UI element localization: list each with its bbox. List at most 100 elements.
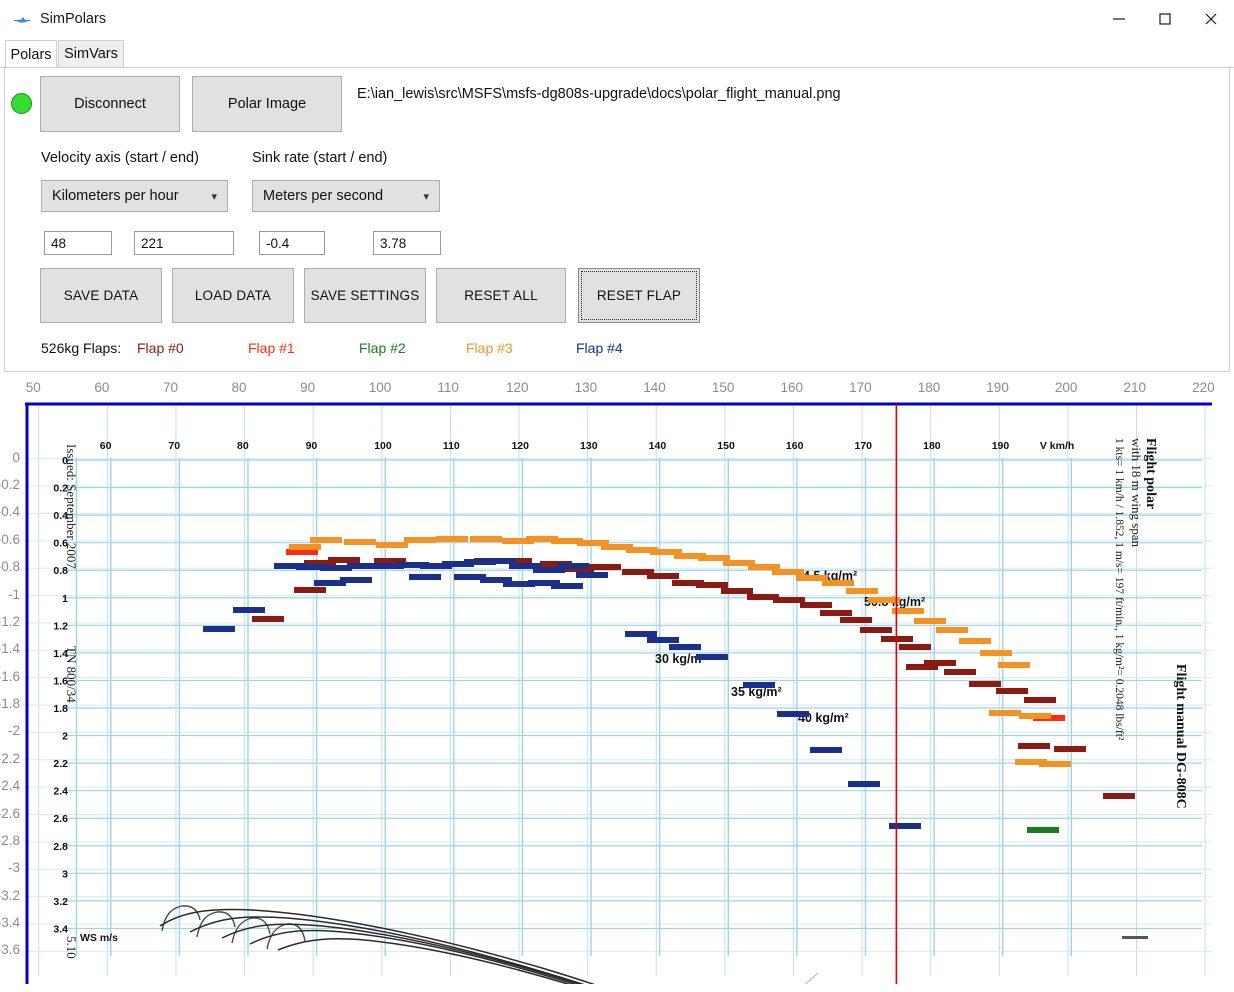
- x-axis-tick-label: 200: [1054, 380, 1078, 395]
- marker[interactable]: [846, 588, 878, 594]
- marker[interactable]: [557, 563, 589, 569]
- flap-label-4[interactable]: Flap #4: [576, 340, 623, 356]
- sink-end-input[interactable]: 3.78: [373, 231, 441, 255]
- x-axis-tick-label: 220: [1192, 380, 1215, 395]
- marker[interactable]: [310, 537, 342, 543]
- marker[interactable]: [1039, 761, 1071, 767]
- image-x-tick: 130: [580, 440, 598, 452]
- scanned-image-grid: [62, 458, 1202, 956]
- marker[interactable]: [203, 626, 235, 632]
- data-markers: [203, 536, 1135, 833]
- sink-start-input[interactable]: -0.4: [259, 231, 325, 255]
- reset-all-button[interactable]: RESET ALL: [436, 268, 566, 323]
- marker[interactable]: [848, 781, 880, 787]
- marker[interactable]: [576, 572, 608, 578]
- marker[interactable]: [772, 569, 804, 575]
- velocity-unit-select[interactable]: Kilometers per hour ▾: [41, 180, 228, 212]
- y-axis-tick-label: -2.2: [0, 750, 20, 766]
- marker[interactable]: [959, 638, 991, 644]
- marker[interactable]: [404, 537, 436, 543]
- marker[interactable]: [822, 580, 854, 586]
- tab-simvars[interactable]: SimVars: [58, 40, 124, 68]
- marker[interactable]: [344, 539, 376, 545]
- sink-unit-select[interactable]: Meters per second ▾: [252, 180, 440, 212]
- marker[interactable]: [328, 557, 360, 563]
- marker[interactable]: [1018, 743, 1050, 749]
- flight-manual-text: Flight manual DG-808C: [1173, 664, 1188, 809]
- marker[interactable]: [820, 610, 852, 616]
- marker[interactable]: [340, 577, 372, 583]
- marker[interactable]: [721, 588, 753, 594]
- flap-label-1[interactable]: Flap #1: [248, 340, 295, 356]
- marker[interactable]: [625, 631, 657, 637]
- marker[interactable]: [409, 574, 441, 580]
- marker[interactable]: [669, 644, 701, 650]
- marker[interactable]: [696, 582, 728, 588]
- marker[interactable]: [589, 564, 621, 570]
- marker[interactable]: [980, 650, 1012, 656]
- marker[interactable]: [1027, 827, 1059, 833]
- marker[interactable]: [996, 688, 1028, 694]
- marker[interactable]: [252, 616, 284, 622]
- marker[interactable]: [1024, 697, 1056, 703]
- maximize-button[interactable]: [1142, 0, 1188, 38]
- polar-chart[interactable]: 30 kg/m²35 kg/m²40 kg/m²44.5 kg/m²50.8 k…: [0, 380, 1215, 984]
- marker[interactable]: [810, 747, 842, 753]
- velocity-end-input[interactable]: 221: [134, 231, 234, 255]
- marker[interactable]: [551, 583, 583, 589]
- marker[interactable]: [696, 654, 728, 660]
- marker[interactable]: [647, 637, 679, 643]
- marker[interactable]: [840, 617, 872, 623]
- load-data-button[interactable]: LOAD DATA: [172, 268, 294, 323]
- marker[interactable]: [743, 682, 775, 688]
- marker[interactable]: [998, 662, 1030, 668]
- tn-text: TN 800/34: [64, 646, 79, 703]
- reset-flap-button[interactable]: RESET FLAP: [578, 268, 700, 323]
- marker[interactable]: [1103, 793, 1135, 799]
- marker[interactable]: [899, 644, 931, 650]
- marker[interactable]: [294, 587, 326, 593]
- marker[interactable]: [436, 536, 468, 542]
- save-settings-button[interactable]: SAVE SETTINGS: [304, 268, 426, 323]
- minimize-button[interactable]: [1096, 0, 1142, 38]
- marker[interactable]: [914, 618, 946, 624]
- tab-polars[interactable]: Polars: [5, 40, 57, 68]
- polar-image-path: E:\ian_lewis\src\MSFS\msfs-dg808s-upgrad…: [357, 86, 841, 102]
- image-x-tick: 160: [786, 440, 804, 452]
- close-button[interactable]: [1188, 0, 1234, 38]
- polar-image-button[interactable]: Polar Image: [192, 76, 342, 132]
- marker[interactable]: [1019, 713, 1051, 719]
- disconnect-button[interactable]: Disconnect: [40, 76, 180, 132]
- image-x-tick: 80: [237, 440, 249, 452]
- chart-gridlines: [25, 404, 1212, 976]
- flap-label-2[interactable]: Flap #2: [359, 340, 406, 356]
- marker[interactable]: [289, 544, 321, 550]
- y-axis-tick-label: -2.8: [0, 832, 20, 848]
- marker[interactable]: [989, 710, 1021, 716]
- marker[interactable]: [924, 660, 956, 666]
- x-axis-tick-label: 110: [437, 380, 459, 395]
- marker[interactable]: [1122, 936, 1148, 939]
- marker[interactable]: [944, 669, 976, 675]
- marker[interactable]: [1054, 746, 1086, 752]
- marker[interactable]: [800, 602, 832, 608]
- save-data-button[interactable]: SAVE DATA: [40, 268, 162, 323]
- marker[interactable]: [889, 823, 921, 829]
- marker[interactable]: [969, 681, 1001, 687]
- marker[interactable]: [777, 711, 809, 717]
- velocity-start-input[interactable]: 48: [44, 231, 112, 255]
- polar-chart-svg[interactable]: 30 kg/m²35 kg/m²40 kg/m²44.5 kg/m²50.8 k…: [22, 396, 1214, 984]
- flap-label-0[interactable]: Flap #0: [137, 340, 184, 356]
- flaps-caption: 526kg Flaps:: [41, 340, 122, 356]
- marker[interactable]: [868, 597, 900, 603]
- marker[interactable]: [470, 536, 502, 542]
- marker[interactable]: [647, 573, 679, 579]
- marker[interactable]: [233, 607, 265, 613]
- issued-text: Issued: September 2007: [64, 444, 79, 569]
- image-x-tick: 170: [855, 440, 873, 452]
- flap-label-3[interactable]: Flap #3: [466, 340, 513, 356]
- marker[interactable]: [860, 627, 892, 633]
- marker[interactable]: [936, 627, 968, 633]
- marker[interactable]: [376, 542, 408, 548]
- polar-curve-0: [159, 908, 596, 984]
